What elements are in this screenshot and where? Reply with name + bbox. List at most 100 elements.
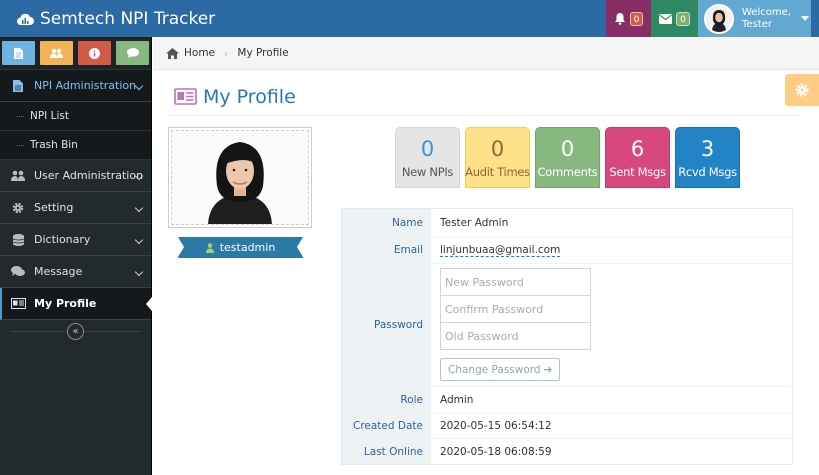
chevron-down-icon — [134, 203, 144, 213]
info-label: Name — [342, 209, 431, 236]
username-label: testadmin — [219, 241, 276, 254]
sidebar-item-my-profile[interactable]: My Profile — [0, 288, 152, 320]
stat-sent-msgs[interactable]: 6 Sent Msgs — [605, 127, 670, 188]
info-row-role: Role Admin — [342, 386, 792, 412]
info-label: Email — [342, 237, 431, 263]
messages-badge: 0 — [676, 11, 690, 26]
app-title: Semtech NPI Tracker — [40, 8, 216, 29]
shortcut-npi-button[interactable] — [2, 41, 35, 65]
sidebar: NPI Administration NPI List Trash Bin Us… — [0, 37, 152, 475]
sidebar-item-setting[interactable]: Setting — [0, 192, 151, 224]
info-label: Role — [342, 387, 431, 412]
info-value-name: Tester Admin — [440, 216, 509, 229]
email-editable[interactable]: linjunbuaa@gmail.com — [440, 244, 561, 257]
top-navbar: Semtech NPI Tracker 0 0 Welcome, Tester — [0, 0, 819, 37]
notifications-badge: 0 — [629, 11, 644, 26]
stat-new-npis[interactable]: 0 New NPIs — [395, 127, 460, 188]
info-row-password: Password Change Password ➔ — [342, 263, 792, 386]
home-icon — [166, 47, 179, 59]
breadcrumb: Home › My Profile — [153, 37, 819, 70]
avatar — [704, 3, 734, 34]
stat-value: 0 — [420, 137, 435, 161]
change-password-label: Change Password — [448, 363, 541, 376]
stat-label: Sent Msgs — [609, 165, 666, 179]
profile-photo[interactable] — [168, 127, 312, 228]
sidebar-subitem-npi-list[interactable]: NPI List — [0, 102, 151, 131]
sidebar-item-dictionary[interactable]: Dictionary — [0, 224, 151, 256]
info-value-created: 2020-05-15 06:54:12 — [440, 419, 552, 432]
new-password-input[interactable] — [440, 268, 591, 296]
sidebar-shortcuts — [0, 37, 151, 70]
stat-label: Comments — [537, 165, 598, 179]
info-icon — [89, 47, 100, 59]
page-title: My Profile — [203, 85, 296, 108]
user-menu[interactable]: Welcome, Tester — [698, 0, 811, 37]
sidebar-item-message[interactable]: Message — [0, 256, 151, 288]
sidebar-item-label: Setting — [34, 201, 74, 214]
chevron-down-icon — [134, 235, 144, 245]
sidebar-subitem-trash-bin[interactable]: Trash Bin — [0, 131, 151, 160]
brand[interactable]: Semtech NPI Tracker — [16, 0, 215, 37]
info-row-name: Name Tester Admin — [342, 209, 792, 236]
chevron-down-icon — [134, 267, 144, 277]
notifications-button[interactable]: 0 — [606, 0, 651, 37]
confirm-password-input[interactable] — [440, 295, 591, 323]
profile-card-icon — [10, 298, 26, 309]
messages-button[interactable]: 0 — [651, 0, 698, 37]
sidebar-item-label: Dictionary — [34, 233, 91, 246]
info-row-last-online: Last Online 2020-05-18 06:08:59 — [342, 438, 792, 464]
welcome-label: Welcome, — [742, 6, 791, 18]
old-password-input[interactable] — [440, 322, 591, 350]
comment-icon — [126, 48, 139, 58]
file-icon — [10, 79, 26, 92]
stat-value: 3 — [700, 137, 715, 161]
sidebar-collapse-bar: « — [0, 320, 151, 344]
shortcut-info-button[interactable] — [78, 41, 111, 65]
sidebar-item-user-administration[interactable]: User Administration — [0, 160, 151, 192]
info-label: Password — [342, 264, 431, 386]
profile-info-table: Name Tester Admin Email linjunbuaa@gmail… — [341, 208, 793, 465]
info-label: Created Date — [342, 413, 431, 438]
users-icon — [50, 48, 63, 58]
stat-value: 0 — [490, 137, 505, 161]
users-icon — [10, 170, 26, 181]
bell-icon — [614, 13, 625, 25]
stat-audit-times[interactable]: 0 Audit Times — [465, 127, 530, 188]
breadcrumb-home-link[interactable]: Home — [184, 47, 215, 59]
username-ribbon: testadmin — [178, 237, 303, 258]
gear-icon — [795, 83, 809, 97]
sidebar-subitem-label: NPI List — [30, 110, 69, 122]
envelope-icon — [659, 13, 673, 24]
shortcut-message-button[interactable] — [116, 41, 149, 65]
sidebar-item-label: Message — [34, 265, 83, 278]
shortcut-users-button[interactable] — [40, 41, 73, 65]
sidebar-subitem-label: Trash Bin — [30, 139, 78, 151]
info-row-email: Email linjunbuaa@gmail.com — [342, 236, 792, 263]
breadcrumb-separator: › — [224, 46, 229, 60]
stats-row: 0 New NPIs 0 Audit Times 0 Comments 6 Se… — [395, 127, 740, 188]
stat-value: 0 — [560, 137, 575, 161]
stat-label: New NPIs — [401, 165, 454, 179]
stat-rcvd-msgs[interactable]: 3 Rcvd Msgs — [675, 127, 740, 188]
sidebar-item-npi-administration[interactable]: NPI Administration — [0, 70, 151, 102]
page-header: My Profile — [168, 78, 802, 116]
user-icon — [205, 242, 214, 253]
database-icon — [10, 233, 26, 246]
info-label: Last Online — [342, 439, 431, 464]
file-icon — [14, 47, 23, 59]
stat-label: Audit Times — [465, 165, 530, 179]
settings-toggle-button[interactable] — [785, 74, 819, 106]
double-chevron-left-icon: « — [72, 326, 79, 337]
stat-value: 6 — [630, 137, 645, 161]
comments-icon — [10, 266, 26, 277]
collapse-sidebar-button[interactable]: « — [67, 323, 84, 340]
stat-comments[interactable]: 0 Comments — [535, 127, 600, 188]
sidebar-item-label: NPI Administration — [34, 79, 137, 92]
gear-icon — [10, 202, 26, 214]
profile-photo-image — [208, 142, 272, 224]
info-row-created-date: Created Date 2020-05-15 06:54:12 — [342, 412, 792, 438]
change-password-button[interactable]: Change Password ➔ — [440, 358, 561, 381]
info-value-last-online: 2020-05-18 06:08:59 — [440, 445, 552, 458]
user-name: Tester — [742, 18, 772, 30]
caret-down-icon — [800, 16, 809, 21]
